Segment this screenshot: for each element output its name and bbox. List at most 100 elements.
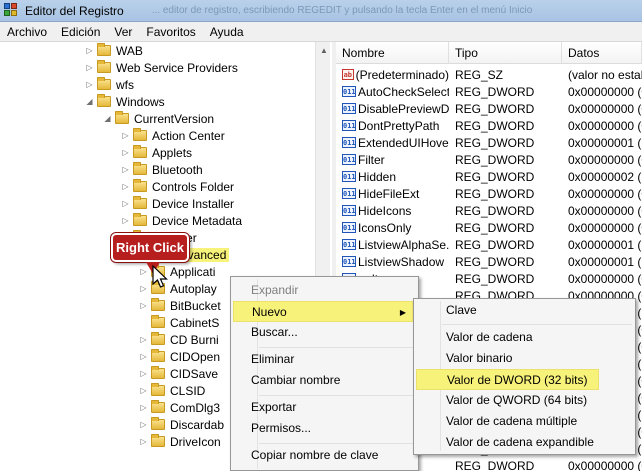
tree-item[interactable]: ▷ WAB	[84, 42, 143, 59]
value-type: REG_DWORD	[455, 186, 535, 201]
tree-item[interactable]: ▷ Device Installer	[120, 195, 234, 212]
menu-cambiar-nombre[interactable]: Cambiar nombre	[249, 370, 417, 391]
expand-arrow-icon[interactable]: ▷	[138, 369, 149, 378]
value-type: REG_DWORD	[455, 84, 535, 99]
expand-arrow-icon[interactable]: ▷	[120, 131, 131, 140]
tree-item[interactable]: ▷ CIDOpen	[138, 348, 220, 365]
tree-item[interactable]: ◢ Windows	[84, 93, 165, 110]
value-row[interactable]: 011 ExtendedUIHove... REG_DWORD 0x00000001 …	[336, 134, 642, 151]
column-datos[interactable]: Datos	[562, 42, 642, 64]
folder-icon	[115, 111, 129, 124]
menu-ver[interactable]: Ver	[107, 25, 139, 39]
value-data: 0x00000000 (0)	[568, 271, 642, 286]
expand-arrow-icon[interactable]: ▷	[138, 301, 149, 310]
binary-value-icon: 011	[342, 103, 356, 114]
tree-item[interactable]: ▷ CIDSave	[138, 365, 218, 382]
expand-arrow-icon[interactable]: ▷	[84, 63, 95, 72]
folder-icon	[151, 315, 165, 328]
tree-item[interactable]: ▷ Controls Folder	[120, 178, 234, 195]
column-tipo[interactable]: Tipo	[449, 42, 562, 64]
menu-ayuda[interactable]: Ayuda	[203, 25, 251, 39]
expand-arrow-icon[interactable]: ▷	[138, 386, 149, 395]
submenu-clave[interactable]: Clave	[446, 300, 631, 321]
tree-item-label: CurrentVersion	[134, 111, 215, 126]
value-row[interactable]: 011AutoCheckSelect REG_DWORD 0x00000000 (0…	[336, 83, 642, 100]
expand-arrow-icon[interactable]: ▷	[120, 165, 131, 174]
value-row[interactable]: 011IconsOnly REG_DWORD 0x00000000 (0)	[336, 219, 642, 236]
tree-item[interactable]: CabinetS	[138, 314, 219, 331]
scroll-up-icon[interactable]: ▲	[316, 42, 330, 58]
tree-item[interactable]: ▷ Action Center	[120, 127, 225, 144]
value-row[interactable]: 011 ListviewAlphaSe... REG_DWORD 0x00000001…	[336, 236, 642, 253]
tree-item[interactable]: ▷ Bluetooth	[120, 161, 203, 178]
expand-arrow-icon[interactable]: ▷	[138, 284, 149, 293]
folder-icon	[151, 349, 165, 362]
expand-arrow-icon[interactable]: ▷	[120, 148, 131, 157]
value-row[interactable]: 011ListviewShadow REG_DWORD 0x00000001 (1)	[336, 253, 642, 270]
menu-favoritos[interactable]: Favoritos	[139, 25, 202, 39]
value-row[interactable]: ab (Predeterminado) REG_SZ (valor no estab	[336, 66, 642, 83]
menu-eliminar[interactable]: Eliminar	[249, 349, 417, 370]
value-type: REG_DWORD	[455, 458, 535, 471]
tree-item-label: Autoplay	[170, 281, 217, 296]
menu-edicion[interactable]: Edición	[54, 25, 107, 39]
tree-item[interactable]: ▷ Device Metadata	[120, 212, 242, 229]
tree-item[interactable]: ▷ Autoplay	[138, 280, 217, 297]
value-row[interactable]: 011Filter REG_DWORD 0x00000000 (0)	[336, 151, 642, 168]
menu-copiar-nombre[interactable]: Copiar nombre de clave	[249, 445, 417, 466]
submenu-valor-dword[interactable]: Valor de DWORD (32 bits)	[416, 369, 599, 390]
expand-arrow-icon[interactable]: ▷	[138, 403, 149, 412]
folder-icon	[97, 43, 111, 56]
tree-item[interactable]: ▷ BitBucket	[138, 297, 221, 314]
tree-item[interactable]: ▷ Discardab	[138, 416, 224, 433]
submenu-valor-cadena[interactable]: Valor de cadena	[446, 327, 631, 348]
submenu-valor-cadena-expandible[interactable]: Valor de cadena expandible	[446, 432, 631, 453]
tree-item[interactable]: ▷ ComDlg3	[138, 399, 220, 416]
expand-arrow-icon[interactable]: ▷	[120, 182, 131, 191]
value-type: REG_DWORD	[455, 152, 535, 167]
folder-icon	[97, 77, 111, 90]
tree-item[interactable]: ▷ Web Service Providers	[84, 59, 238, 76]
value-row[interactable]: 011DisablePreviewD... REG_DWORD 0x00000000…	[336, 100, 642, 117]
tree-item[interactable]: ◢ CurrentVersion	[102, 110, 214, 127]
collapse-arrow-icon[interactable]: ◢	[102, 114, 113, 123]
value-row[interactable]: 011HideIcons REG_DWORD 0x00000000 (0)	[336, 202, 642, 219]
menu-expandir[interactable]: Expandir	[249, 280, 417, 301]
value-name: Filter	[358, 152, 385, 167]
menu-archivo[interactable]: Archivo	[0, 25, 54, 39]
expand-arrow-icon[interactable]: ▷	[138, 352, 149, 361]
binary-value-icon: 011	[342, 205, 356, 216]
submenu-valor-cadena-multiple[interactable]: Valor de cadena múltiple	[446, 411, 631, 432]
tree-item[interactable]: ▷ DriveIcon	[138, 433, 221, 450]
submenu-valor-binario[interactable]: Valor binario	[446, 348, 631, 369]
tree-item[interactable]: ▷ Applets	[120, 144, 192, 161]
menu-permisos[interactable]: Permisos...	[249, 418, 417, 439]
folder-icon	[133, 162, 147, 175]
folder-icon	[151, 332, 165, 345]
tree-item[interactable]: ▷ wfs	[84, 76, 134, 93]
tree-item[interactable]: ▷ CLSID	[138, 382, 205, 399]
collapse-arrow-icon[interactable]: ◢	[84, 97, 95, 106]
expand-arrow-icon[interactable]: ▷	[120, 199, 131, 208]
expand-arrow-icon[interactable]: ▷	[120, 216, 131, 225]
column-nombre[interactable]: Nombre	[336, 42, 449, 64]
submenu-valor-qword[interactable]: Valor de QWORD (64 bits)	[446, 390, 631, 411]
menu-nuevo[interactable]: Nuevo ▶	[233, 301, 413, 322]
tree-item-label: Windows	[116, 94, 165, 109]
value-data: 0x00000000 (0)	[568, 152, 642, 167]
value-data: 0x00000001 (1)	[568, 135, 642, 150]
expand-arrow-icon[interactable]: ▷	[138, 420, 149, 429]
menu-buscar[interactable]: Buscar...	[249, 322, 417, 343]
binary-value-icon: 011	[342, 239, 356, 250]
value-row[interactable]: 011Hidden REG_DWORD 0x00000002 (2)	[336, 168, 642, 185]
value-name: ExtendedUIHove...	[358, 135, 449, 150]
menu-nuevo-label: Nuevo	[252, 305, 287, 319]
expand-arrow-icon[interactable]: ▷	[84, 46, 95, 55]
expand-arrow-icon[interactable]: ▷	[84, 80, 95, 89]
expand-arrow-icon[interactable]: ▷	[138, 437, 149, 446]
tree-item[interactable]: ▷ CD Burni	[138, 331, 219, 348]
expand-arrow-icon[interactable]: ▷	[138, 335, 149, 344]
value-row[interactable]: 011HideFileExt REG_DWORD 0x00000000 (0)	[336, 185, 642, 202]
menu-exportar[interactable]: Exportar	[249, 397, 417, 418]
value-row[interactable]: 011DontPrettyPath REG_DWORD 0x00000000 (0)	[336, 117, 642, 134]
